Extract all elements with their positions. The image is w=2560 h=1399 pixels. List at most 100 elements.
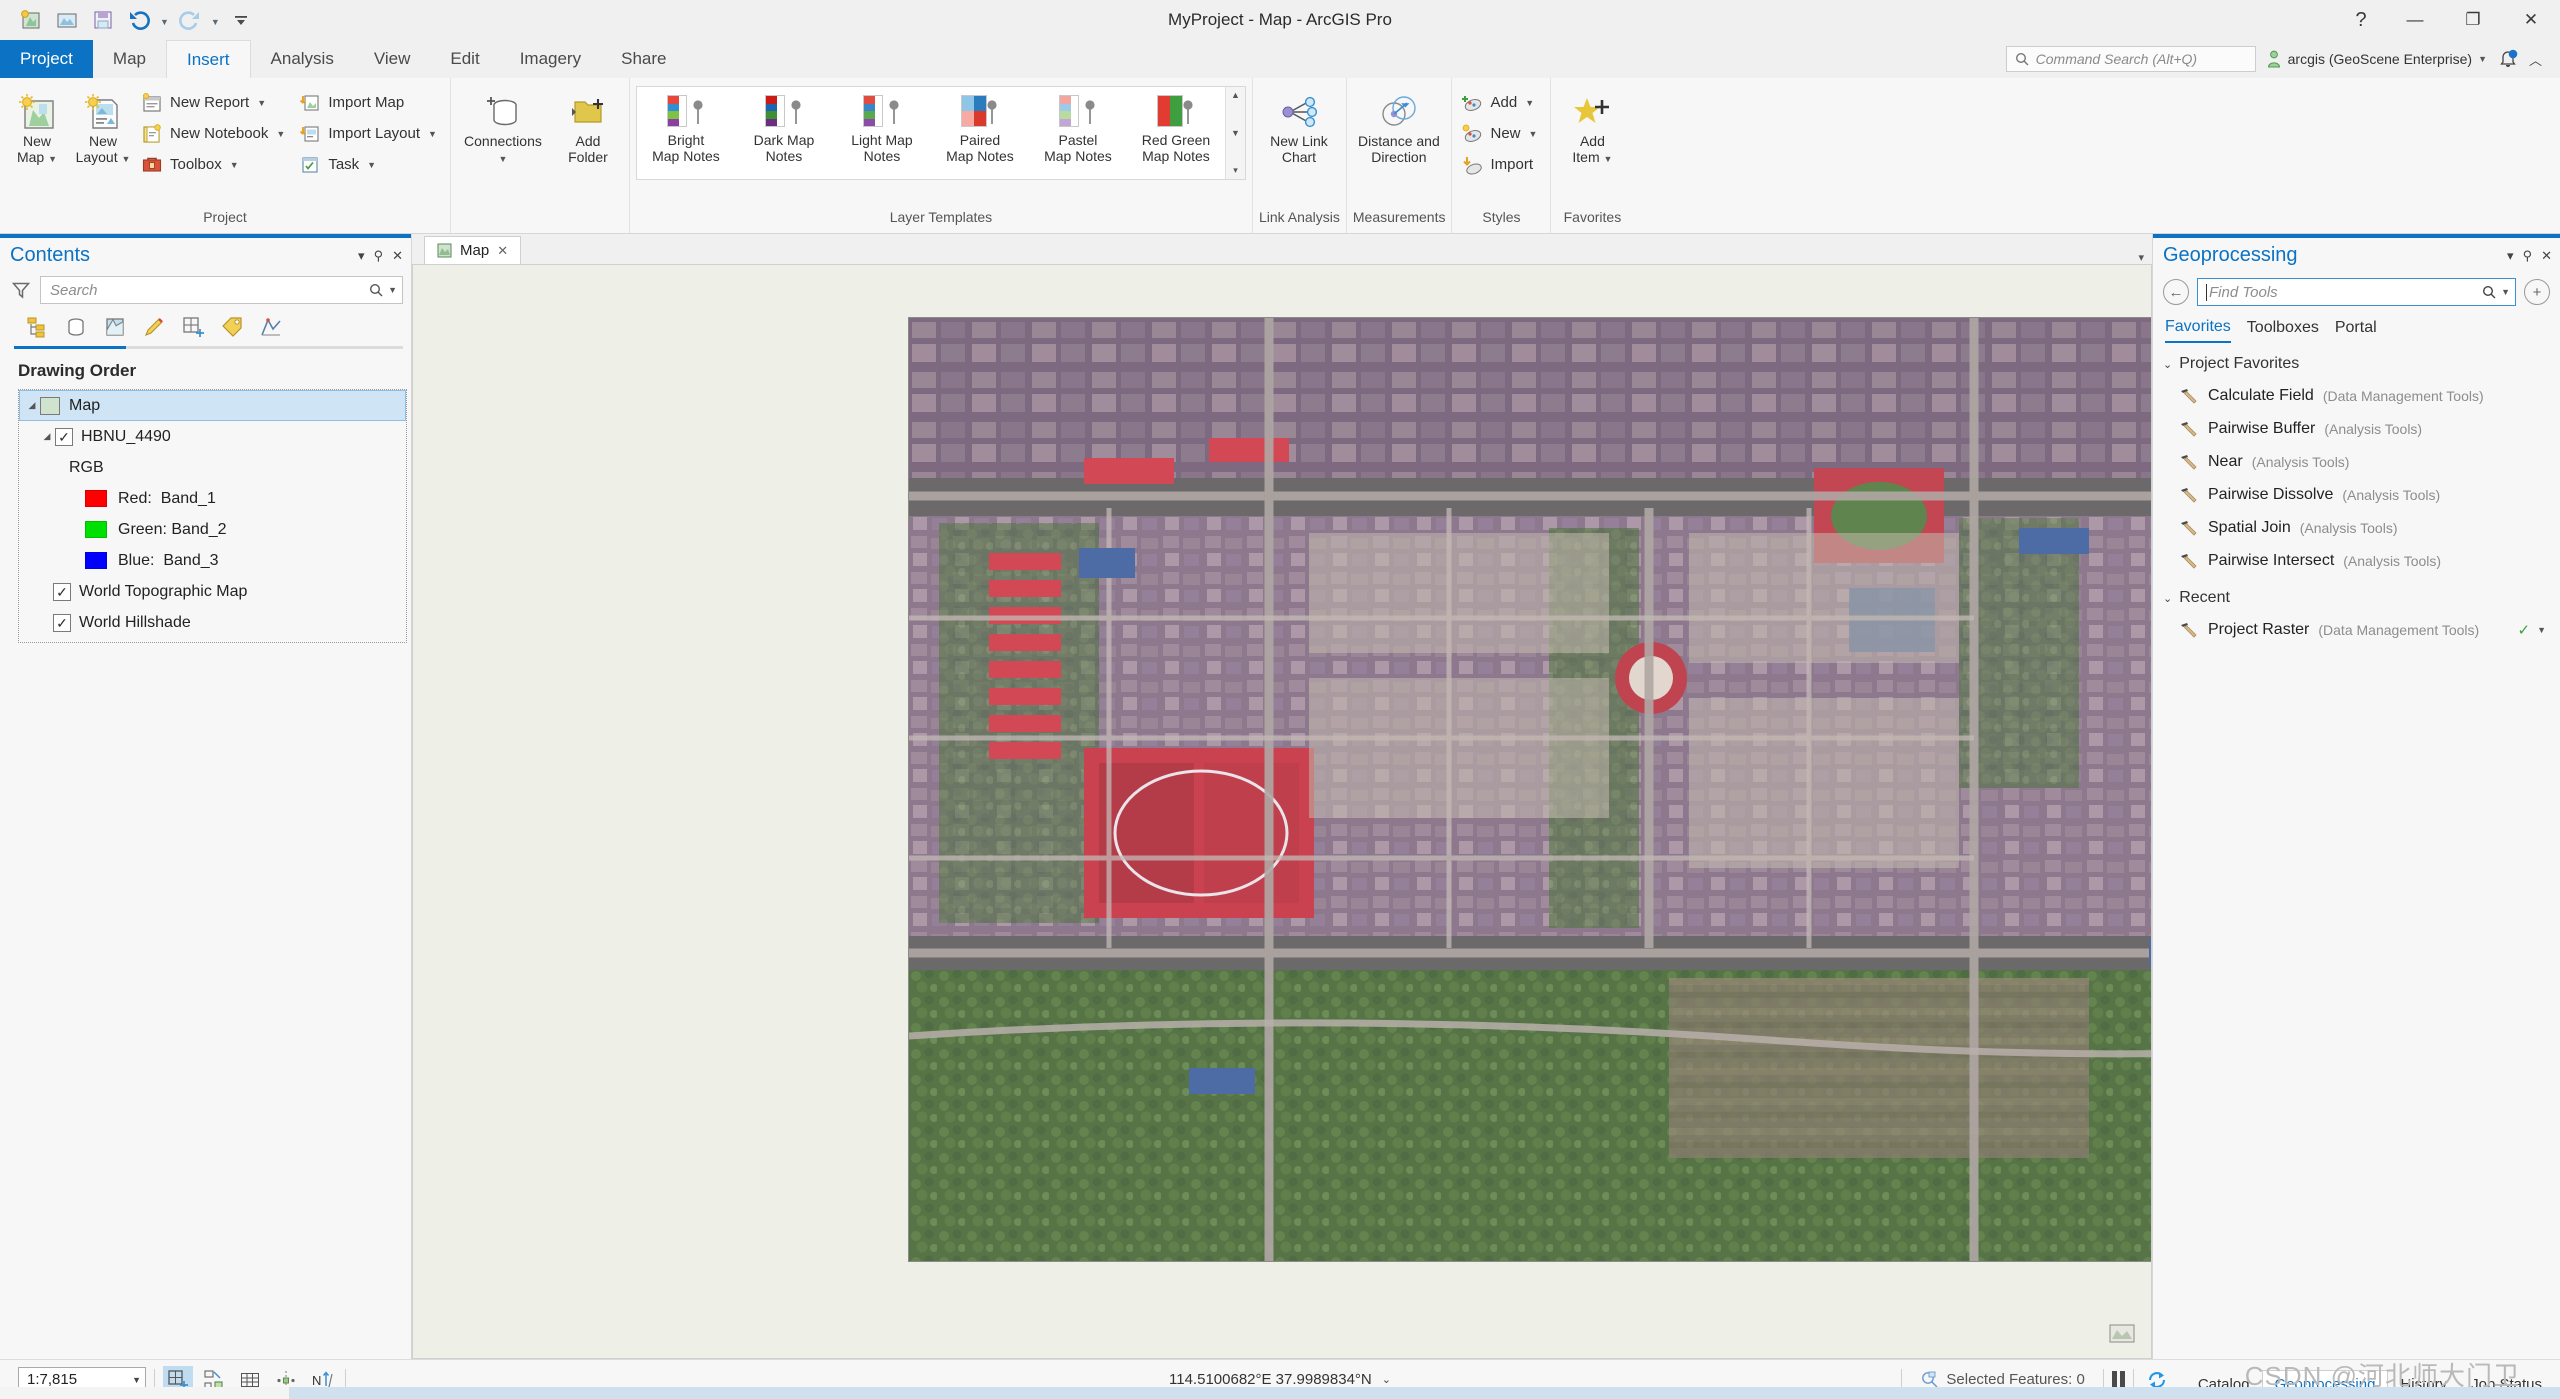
distance-and-direction-button[interactable]: Distance andDirection [1353,86,1445,169]
chevron-down-icon[interactable]: ▼ [132,1375,141,1385]
gallery-item-pastel-map-notes[interactable]: PastelMap Notes [1029,87,1127,179]
layer-templates-gallery[interactable]: BrightMap Notes Dark MapNotes [636,86,1246,180]
chevron-down-icon[interactable]: ▼ [367,160,376,170]
chevron-up-icon[interactable]: ▲ [1231,90,1240,100]
chevron-down-icon[interactable]: ▼ [230,160,239,170]
toolbox-button[interactable]: Toolbox ▼ [138,150,292,179]
map-canvas[interactable] [412,264,2152,1359]
tab-portal[interactable]: Portal [2335,319,2377,342]
close-icon[interactable]: ✕ [2541,249,2552,262]
new-style-button[interactable]: New ▼ [1458,119,1544,148]
new-map-button[interactable]: NewMap ▼ [6,86,68,169]
tab-map[interactable]: Map [93,40,166,78]
collapse-ribbon-icon[interactable]: ︿ [2529,50,2542,69]
tab-view[interactable]: View [354,40,431,78]
task-button[interactable]: Task ▼ [296,150,444,179]
close-icon[interactable]: ✕ [392,249,403,262]
gallery-scrollbar[interactable]: ▲ ▼ ▾ [1225,87,1245,179]
new-report-button[interactable]: New Report ▼ [138,88,292,117]
tab-share[interactable]: Share [601,40,686,78]
back-icon[interactable]: ← [2163,279,2189,305]
chevron-down-icon[interactable]: ▼ [1525,98,1534,108]
notifications-icon[interactable] [2497,48,2519,70]
list-by-labeling-icon[interactable] [217,312,247,342]
layer-visibility-checkbox[interactable]: ✓ [53,614,71,632]
section-recent[interactable]: ⌄ Recent [2153,577,2560,613]
new-layout-button[interactable]: NewLayout ▼ [72,86,134,169]
tree-item-world-hillshade[interactable]: ✓ World Hillshade [19,607,406,638]
gallery-item-bright-map-notes[interactable]: BrightMap Notes [637,87,735,179]
pane-menu-icon[interactable]: ▾ [2507,249,2514,262]
import-layout-button[interactable]: Import Layout ▼ [296,119,444,148]
filter-icon[interactable] [8,277,34,303]
chevron-down-icon[interactable]: ▼ [428,129,437,139]
tab-analysis[interactable]: Analysis [251,40,354,78]
add-item-button[interactable]: AddItem ▼ [1557,86,1627,169]
list-by-diagram-icon[interactable] [256,312,286,342]
chevron-down-icon[interactable]: ▼ [2537,625,2546,635]
layer-visibility-checkbox[interactable]: ✓ [55,428,73,446]
chevron-down-icon[interactable]: ⌄ [2163,592,2172,605]
tool-item-near[interactable]: Near (Analysis Tools) [2153,445,2560,478]
close-icon[interactable]: ✕ [497,243,508,259]
new-notebook-button[interactable]: New Notebook ▼ [138,119,292,148]
minimize-button[interactable]: — [2386,0,2444,40]
chevron-down-icon[interactable]: ▼ [276,129,285,139]
save-project-icon[interactable] [86,5,120,35]
undo-icon[interactable] [122,5,156,35]
tab-favorites[interactable]: Favorites [2165,318,2231,343]
chevron-down-icon[interactable]: ▼ [1231,128,1240,138]
chevron-down-icon[interactable]: ▼ [1529,129,1538,139]
tab-project[interactable]: Project [0,40,93,78]
gallery-item-red-green-map-notes[interactable]: Red GreenMap Notes [1127,87,1225,179]
tool-item-spatial-join[interactable]: Spatial Join (Analysis Tools) [2153,511,2560,544]
expand-arrow-icon[interactable]: ◢ [24,400,40,411]
redo-dropdown-icon[interactable]: ▼ [209,17,222,27]
list-by-selection-icon[interactable] [100,312,130,342]
add-folder-button[interactable]: AddFolder [553,86,623,169]
tool-item-calculate-field[interactable]: Calculate Field (Data Management Tools) [2153,379,2560,412]
connections-button[interactable]: Connections▼ [457,86,549,169]
list-by-snapping-icon[interactable] [178,312,208,342]
tool-item-pairwise-intersect[interactable]: Pairwise Intersect (Analysis Tools) [2153,544,2560,577]
tree-item-world-topographic-map[interactable]: ✓ World Topographic Map [19,576,406,607]
list-by-drawing-order-icon[interactable] [22,312,52,342]
chevron-down-icon[interactable]: ▼ [388,285,397,295]
command-search-input[interactable]: Command Search (Alt+Q) [2006,46,2256,72]
pane-menu-icon[interactable]: ▾ [358,249,365,262]
new-project-icon[interactable] [14,5,48,35]
help-button[interactable]: ? [2336,0,2386,40]
find-tools-input[interactable]: Find Tools ▼ [2197,278,2516,306]
gallery-item-light-map-notes[interactable]: Light MapNotes [833,87,931,179]
pause-drawing-icon[interactable] [2112,1371,2125,1389]
contents-search-input[interactable]: Search ▼ [40,276,403,304]
chevron-down-icon[interactable]: ⌄ [1382,1373,1391,1386]
tab-edit[interactable]: Edit [430,40,499,78]
tab-imagery[interactable]: Imagery [500,40,601,78]
map-view-tab[interactable]: Map ✕ [424,236,521,264]
map-coordinates[interactable]: 114.5100682°E 37.9989834°N ⌄ [1169,1371,1391,1388]
chevron-down-icon[interactable]: ▼ [257,98,266,108]
chevron-down-icon[interactable]: ⌄ [2163,358,2172,371]
add-tool-icon[interactable]: + [2524,279,2550,305]
new-link-chart-button[interactable]: New LinkChart [1259,86,1339,169]
undo-dropdown-icon[interactable]: ▼ [158,17,171,27]
open-project-icon[interactable] [50,5,84,35]
chevron-down-icon[interactable]: ▼ [2478,54,2487,64]
add-style-button[interactable]: Add ▼ [1458,88,1544,117]
import-style-button[interactable]: Import [1458,150,1544,179]
account-menu[interactable]: arcgis (GeoScene Enterprise) ▼ [2266,50,2487,68]
customize-qat-icon[interactable] [224,5,258,35]
gallery-item-dark-map-notes[interactable]: Dark MapNotes [735,87,833,179]
list-by-editing-icon[interactable] [139,312,169,342]
restore-button[interactable]: ❐ [2444,0,2502,40]
search-icon[interactable] [2482,285,2496,299]
layer-visibility-checkbox[interactable]: ✓ [53,583,71,601]
gallery-expand-icon[interactable]: ▾ [1233,165,1238,176]
map-tabs-overflow-icon[interactable]: ▾ [2138,251,2152,264]
overview-map-button[interactable] [2109,1322,2135,1344]
pin-icon[interactable]: ⚲ [2523,249,2533,262]
tool-item-pairwise-dissolve[interactable]: Pairwise Dissolve (Analysis Tools) [2153,478,2560,511]
tree-item-map[interactable]: ◢ Map [19,390,406,421]
expand-arrow-icon[interactable]: ◢ [39,431,55,442]
